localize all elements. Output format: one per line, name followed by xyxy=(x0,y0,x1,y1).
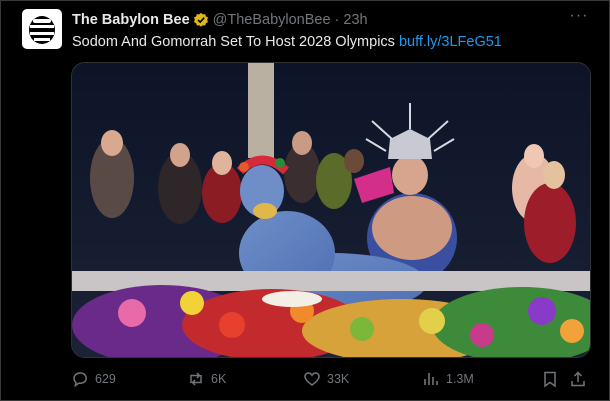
tweet-header: The Babylon Bee @TheBabylonBee · 23h xyxy=(72,11,596,29)
reply-count: 629 xyxy=(95,372,116,386)
tweet-text: Sodom And Gomorrah Set To Host 2028 Olym… xyxy=(72,34,395,50)
author-handle[interactable]: @TheBabylonBee xyxy=(213,12,331,28)
repost-button[interactable]: 6K xyxy=(187,368,226,390)
repost-count: 6K xyxy=(211,372,227,386)
bee-logo-icon xyxy=(29,16,55,44)
tweet-actions: 629 6K 33K 1.3M xyxy=(71,368,589,390)
tweet-body: Sodom And Gomorrah Set To Host 2028 Olym… xyxy=(72,33,592,51)
verified-badge-icon xyxy=(193,12,208,27)
views-chart-icon xyxy=(424,373,438,385)
bookmark-icon xyxy=(544,371,556,388)
share-button[interactable] xyxy=(569,368,593,390)
like-count: 33K xyxy=(327,372,350,386)
tweet-photo xyxy=(72,63,590,357)
reply-icon xyxy=(73,372,87,388)
bookmark-button[interactable] xyxy=(541,368,565,390)
reply-button[interactable]: 629 xyxy=(71,368,116,390)
views-count: 1.3M xyxy=(446,372,474,386)
author-name[interactable]: The Babylon Bee xyxy=(72,12,190,28)
repost-icon xyxy=(190,372,202,386)
views-button[interactable]: 1.3M xyxy=(422,368,474,390)
separator-dot: · xyxy=(334,12,340,28)
tweet-image[interactable] xyxy=(71,62,591,358)
author-avatar[interactable] xyxy=(22,9,62,49)
like-button[interactable]: 33K xyxy=(303,368,349,390)
share-icon xyxy=(571,371,585,387)
heart-icon xyxy=(304,372,320,386)
tweet-link[interactable]: buff.ly/3LFeG51 xyxy=(399,34,502,50)
timestamp[interactable]: 23h xyxy=(343,12,367,28)
more-options-button[interactable]: ··· xyxy=(568,8,590,27)
